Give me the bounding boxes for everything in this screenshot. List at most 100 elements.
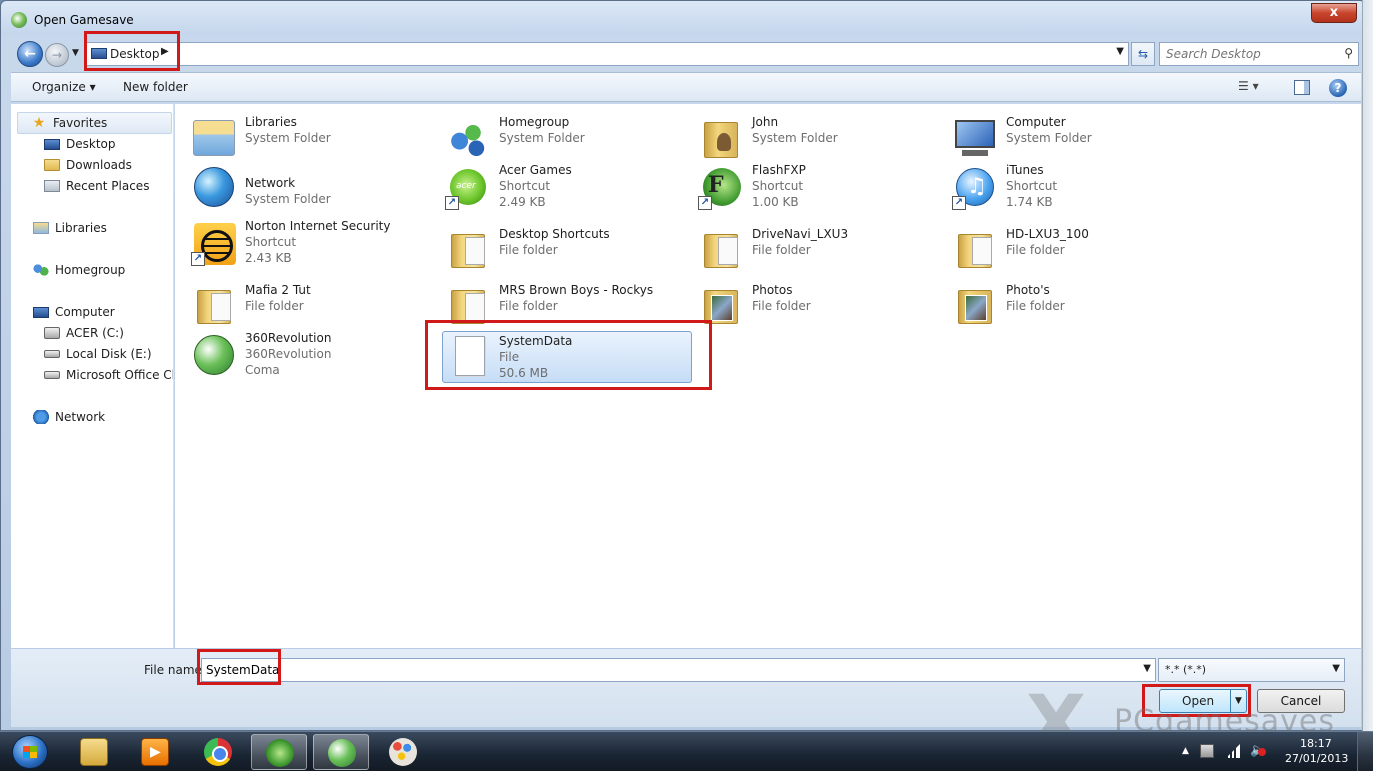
file-type: Shortcut: [499, 179, 551, 193]
chevron-down-icon[interactable]: ▼: [1143, 663, 1151, 674]
file-name-field[interactable]: ▼: [201, 658, 1156, 682]
taskbar-windows-explorer[interactable]: [66, 734, 122, 770]
address-bar[interactable]: Desktop ▶ ▼: [85, 42, 1129, 66]
file-name: John: [752, 115, 779, 129]
file-size: 2.49 KB: [499, 195, 546, 209]
desktop-scrollbar[interactable]: [1362, 0, 1373, 731]
refresh-button[interactable]: ⇆: [1131, 42, 1155, 66]
open-options-dropdown[interactable]: ▼: [1230, 690, 1246, 712]
taskbar-360revolution[interactable]: [313, 734, 369, 770]
nav-desktop[interactable]: Desktop: [44, 134, 116, 154]
taskbar-chrome[interactable]: [190, 734, 246, 770]
photos-folder-icon: [698, 284, 744, 330]
network-signal-icon[interactable]: [1226, 744, 1240, 758]
nav-label: Network: [55, 410, 106, 424]
nav-network[interactable]: Network: [33, 407, 105, 427]
search-input[interactable]: [1166, 44, 1336, 64]
file-icon: [445, 334, 491, 380]
nav-homegroup[interactable]: Homegroup: [33, 260, 125, 280]
file-item-photos[interactable]: Photos File folder: [682, 280, 932, 334]
file-type: File folder: [1006, 243, 1065, 257]
file-item-computer[interactable]: Computer System Folder: [936, 112, 1186, 166]
file-type: System Folder: [752, 131, 838, 145]
show-desktop-button[interactable]: [1357, 732, 1373, 771]
clock-date[interactable]: 27/01/2013: [1285, 752, 1348, 765]
file-item-systemdata[interactable]: SystemData File 50.6 MB: [442, 331, 692, 383]
folder-icon: [445, 284, 491, 330]
nav-label: Local Disk (E:): [66, 347, 152, 361]
360revolution-icon: [191, 332, 237, 378]
file-list: Libraries System Folder Homegroup System…: [175, 104, 1361, 648]
file-item-drivenavi[interactable]: DriveNavi_LXU3 File folder: [682, 224, 932, 278]
file-item-itunes[interactable]: ↗ iTunes Shortcut 1.74 KB: [936, 160, 1186, 214]
user-folder-icon: [698, 116, 744, 162]
show-hidden-icons-button[interactable]: ▲: [1182, 746, 1189, 756]
file-name-input[interactable]: [206, 660, 1126, 680]
start-button[interactable]: [12, 735, 48, 769]
file-item-norton[interactable]: ↗ Norton Internet Security Shortcut 2.43…: [175, 216, 425, 270]
forward-button[interactable]: →: [45, 43, 69, 67]
preview-pane-button[interactable]: [1294, 80, 1310, 95]
change-view-button[interactable]: ☰ ▾: [1238, 79, 1274, 97]
file-item-360revolution[interactable]: 360Revolution 360Revolution Coma: [175, 328, 425, 382]
nav-label: Microsoft Office Click-to-Run: [66, 368, 173, 382]
file-item-mafia-2-tut[interactable]: Mafia 2 Tut File folder: [175, 280, 425, 334]
file-item-libraries[interactable]: Libraries System Folder: [175, 112, 425, 166]
address-dropdown-icon[interactable]: ▼: [1116, 46, 1124, 57]
file-name: Libraries: [245, 115, 297, 129]
nav-computer[interactable]: Computer: [33, 302, 115, 322]
chevron-down-icon[interactable]: ▼: [1332, 663, 1340, 674]
file-item-flashfxp[interactable]: ↗ FlashFXP Shortcut 1.00 KB: [682, 160, 932, 214]
file-item-john[interactable]: John System Folder: [682, 112, 932, 166]
nav-label: Recent Places: [66, 179, 150, 193]
nav-recent-places[interactable]: Recent Places: [44, 176, 149, 196]
file-item-hd-lxu3[interactable]: HD-LXU3_100 File folder: [936, 224, 1186, 278]
clock-time[interactable]: 18:17: [1300, 737, 1332, 750]
organize-button[interactable]: Organize ▾: [32, 80, 96, 94]
network-icon: [191, 164, 237, 210]
file-type: File folder: [499, 299, 558, 313]
file-name: Desktop Shortcuts: [499, 227, 610, 241]
file-name-label: File name:: [144, 663, 206, 677]
nav-drive-office[interactable]: Microsoft Office Click-to-Run: [44, 365, 173, 385]
taskbar-media-center[interactable]: [127, 734, 183, 770]
title-bar[interactable]: Open Gamesave x: [1, 1, 1365, 35]
folder-icon: [191, 284, 237, 330]
nav-drive-e[interactable]: Local Disk (E:): [44, 344, 152, 364]
nav-downloads[interactable]: Downloads: [44, 155, 132, 175]
downloads-folder-icon: [44, 159, 60, 171]
windows-explorer-icon: [80, 738, 108, 766]
homegroup-icon: [445, 116, 491, 162]
nav-favorites[interactable]: ★ Favorites: [31, 113, 108, 133]
action-center-icon[interactable]: [1200, 744, 1214, 758]
address-row: ← → ▼ Desktop ▶ ▼ ⇆ ⚲: [11, 37, 1361, 69]
recent-pages-dropdown[interactable]: ▼: [72, 47, 82, 59]
file-type: File folder: [245, 299, 304, 313]
taskbar-flashfxp[interactable]: [251, 734, 307, 770]
file-type-select[interactable]: *.* (*.*) ▼: [1158, 658, 1345, 682]
close-button[interactable]: x: [1311, 3, 1357, 23]
back-button[interactable]: ←: [17, 41, 43, 67]
system-drive-icon: [44, 327, 60, 339]
help-button[interactable]: ?: [1329, 79, 1347, 97]
nav-drive-c[interactable]: ACER (C:): [44, 323, 124, 343]
file-item-desktop-shortcuts[interactable]: Desktop Shortcuts File folder: [429, 224, 679, 278]
flashfxp-icon: [266, 739, 294, 767]
file-item-photos-2[interactable]: Photo's File folder: [936, 280, 1186, 334]
nav-libraries[interactable]: Libraries: [33, 218, 107, 238]
new-folder-button[interactable]: New folder: [123, 80, 188, 94]
open-button[interactable]: Open ▼: [1159, 689, 1247, 713]
file-type: Shortcut: [752, 179, 804, 193]
breadcrumb-desktop[interactable]: Desktop: [110, 47, 160, 61]
file-item-network[interactable]: Network System Folder: [175, 160, 425, 214]
search-icon[interactable]: ⚲: [1344, 46, 1353, 60]
file-item-acer-games[interactable]: ↗ Acer Games Shortcut 2.49 KB: [429, 160, 679, 214]
cancel-button[interactable]: Cancel: [1257, 689, 1345, 713]
chevron-right-icon[interactable]: ▶: [161, 46, 169, 57]
file-item-mrs-brown-boys[interactable]: MRS Brown Boys - Rockys File folder: [429, 280, 679, 334]
taskbar-paint[interactable]: [375, 734, 431, 770]
file-name: FlashFXP: [752, 163, 806, 177]
star-icon: ★: [32, 115, 46, 131]
file-item-homegroup[interactable]: Homegroup System Folder: [429, 112, 679, 166]
search-box[interactable]: ⚲: [1159, 42, 1359, 66]
